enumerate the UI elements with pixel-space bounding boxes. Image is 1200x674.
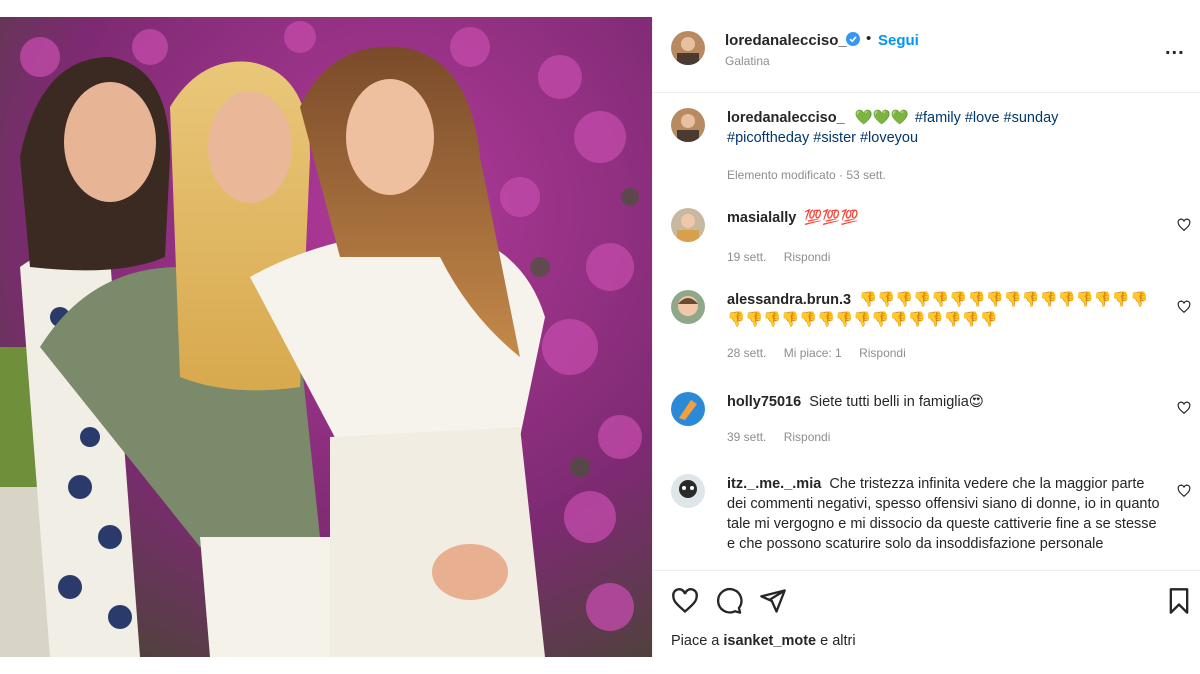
- likes-suffix[interactable]: e altri: [820, 633, 855, 649]
- commenter-avatar[interactable]: [671, 474, 705, 508]
- author-username[interactable]: loredanalecciso_: [725, 32, 847, 49]
- reply-button[interactable]: Rispondi: [784, 250, 831, 264]
- comment-username[interactable]: holly75016: [727, 394, 801, 410]
- comment-time: 19 sett.: [727, 250, 767, 264]
- author-avatar[interactable]: [671, 31, 705, 65]
- share-icon[interactable]: [759, 587, 787, 615]
- reply-button[interactable]: Rispondi: [859, 346, 906, 360]
- caption-meta: Elemento modificato · 53 sett.: [727, 168, 900, 182]
- comment-icon[interactable]: [715, 587, 743, 615]
- likes-user[interactable]: isanket_mote: [723, 633, 816, 649]
- caption-edited-time: Elemento modificato · 53 sett.: [727, 168, 886, 182]
- comment-text: alessandra.brun.3 👎👎👎👎👎👎👎👎👎👎👎👎👎👎👎👎👎👎👎👎👎👎…: [727, 290, 1157, 330]
- comment-likes-count[interactable]: Mi piace: 1: [784, 346, 842, 360]
- comment-username[interactable]: itz._.me._.mia: [727, 476, 821, 492]
- caption-username[interactable]: loredanalecciso_: [727, 110, 845, 126]
- location-link[interactable]: Galatina: [725, 54, 770, 68]
- comment-username[interactable]: masialally: [727, 210, 796, 226]
- comment-time: 39 sett.: [727, 430, 767, 444]
- post-actions: Piace a isanket_mote e altri: [653, 570, 1200, 657]
- post-photo[interactable]: [0, 17, 652, 657]
- comment-meta: 19 sett. Rispondi: [727, 250, 844, 264]
- more-options-icon[interactable]: ...: [1165, 37, 1185, 60]
- bookmark-icon[interactable]: [1165, 587, 1193, 615]
- heart-icon[interactable]: [671, 587, 699, 615]
- comment-heart-icon[interactable]: [1177, 484, 1191, 498]
- commenter-avatar[interactable]: [671, 392, 705, 426]
- post-header: loredanalecciso_ • Segui Galatina ...: [653, 17, 1200, 93]
- comment-meta: 39 sett. Rispondi: [727, 430, 844, 444]
- comment-heart-icon[interactable]: [1177, 401, 1191, 415]
- follow-button[interactable]: Segui: [878, 32, 919, 49]
- comment-text: masialally 💯💯💯: [727, 208, 1147, 228]
- comment-time: 28 sett.: [727, 346, 767, 360]
- caption-hearts: 💚💚💚: [854, 110, 909, 126]
- likes-summary: Piace a isanket_mote e altri: [671, 633, 856, 649]
- comment-text: itz._.me._.mia Che tristezza infinita ve…: [727, 474, 1167, 554]
- comment-heart-icon[interactable]: [1177, 218, 1191, 232]
- comment-heart-icon[interactable]: [1177, 300, 1191, 314]
- verified-badge-icon: [846, 32, 860, 46]
- post-image: [0, 17, 652, 657]
- caption-hashtags-line2[interactable]: #picoftheday #sister #loveyou: [727, 130, 918, 146]
- comments-list[interactable]: loredanalecciso_ 💚💚💚 #family #love #sund…: [653, 94, 1200, 568]
- comment-meta: 28 sett. Mi piace: 1 Rispondi: [727, 346, 920, 360]
- comment-text: holly75016 Siete tutti belli in famiglia…: [727, 392, 1147, 412]
- commenter-avatar[interactable]: [671, 290, 705, 324]
- author-avatar[interactable]: [671, 108, 705, 142]
- caption-hashtags-line1[interactable]: #family #love #sunday: [915, 110, 1058, 126]
- separator-dot: •: [866, 30, 872, 47]
- caption-text: loredanalecciso_ 💚💚💚 #family #love #sund…: [727, 108, 1147, 148]
- commenter-avatar[interactable]: [671, 208, 705, 242]
- comment-body: 💯💯💯: [804, 210, 859, 226]
- post-side-panel: loredanalecciso_ • Segui Galatina ... lo…: [652, 17, 1200, 657]
- comment-username[interactable]: alessandra.brun.3: [727, 292, 851, 308]
- reply-button[interactable]: Rispondi: [784, 430, 831, 444]
- comment-body: Siete tutti belli in famiglia😍: [809, 394, 984, 410]
- likes-prefix: Piace a: [671, 633, 720, 649]
